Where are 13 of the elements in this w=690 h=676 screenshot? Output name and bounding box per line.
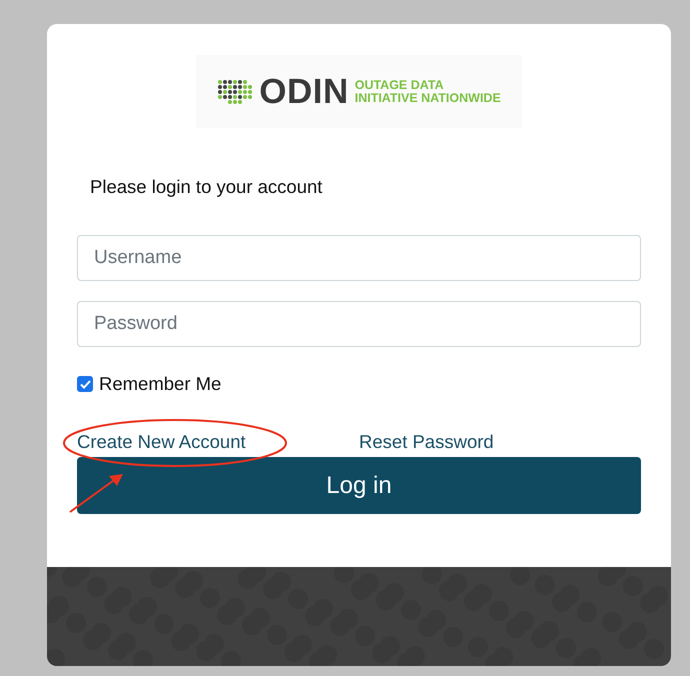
- reset-password-link[interactable]: Reset Password: [359, 431, 641, 453]
- logo-tagline: OUTAGE DATA: [354, 78, 445, 92]
- remember-label: Remember Me: [99, 373, 222, 395]
- logo-tagline: INITIATIVE NATIONWIDE: [354, 92, 501, 104]
- login-prompt: Please login to your account: [90, 176, 324, 198]
- remember-checkbox[interactable]: [77, 376, 93, 392]
- dot-map-icon: [217, 78, 254, 104]
- password-field[interactable]: Password: [77, 301, 641, 347]
- username-field[interactable]: Username: [77, 235, 641, 281]
- annotation-arrow: [69, 474, 123, 513]
- login-button[interactable]: Log in: [77, 457, 641, 514]
- logo-name: ODIN: [259, 72, 349, 112]
- create-account-link[interactable]: Create New Account: [77, 431, 359, 453]
